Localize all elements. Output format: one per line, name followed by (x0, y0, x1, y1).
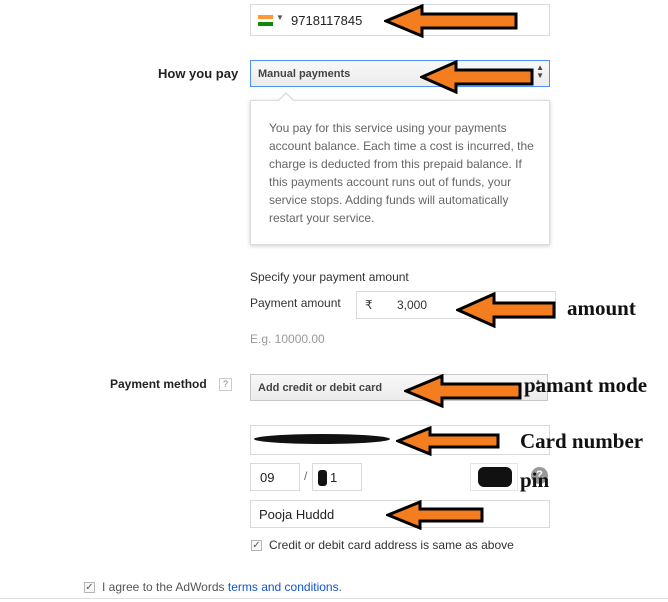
payment-amount-value: 3,000 (397, 298, 428, 312)
payment-amount-heading: Specify your payment amount (250, 270, 409, 284)
annotation-amount: amount (567, 296, 636, 320)
annotation-card-number-first: C (520, 429, 536, 453)
card-number-redaction (254, 434, 390, 444)
annotation-pin: pin (520, 468, 550, 492)
arrow-payment-method-icon (404, 374, 522, 408)
address-same-label: Credit or debit card address is same as … (269, 538, 514, 552)
payment-method-label: Payment method (110, 377, 207, 391)
payment-amount-hint: E.g. 10000.00 (250, 332, 325, 346)
arrow-how-you-pay-icon (420, 60, 534, 94)
country-dropdown-icon[interactable]: ▼ (276, 13, 284, 22)
arrow-phone-icon (384, 4, 518, 38)
annotation-payment-mode: pamant mode (524, 373, 648, 397)
annotation-card-number: Card number (520, 429, 643, 454)
help-icon[interactable]: ? (219, 378, 232, 391)
arrow-name-icon (386, 500, 484, 530)
address-same-checkbox[interactable]: ✓ (251, 540, 262, 551)
expiry-year-redaction (318, 470, 327, 486)
footer-divider (0, 598, 668, 599)
cardholder-name-value: Pooja Huddd (259, 507, 335, 522)
annotation-card-number-rest: ard number (535, 429, 644, 453)
expiry-separator: / (304, 469, 308, 483)
expiry-year-value: 1 (330, 470, 338, 485)
tooltip-pointer-inner (278, 94, 294, 102)
expiry-month-input[interactable]: 09 (250, 463, 300, 491)
payment-info-tooltip: You pay for this service using your paym… (250, 92, 550, 245)
expiry-month-value: 09 (260, 470, 275, 485)
rupee-icon: ₹ (365, 298, 373, 312)
tooltip-text: You pay for this service using your paym… (269, 121, 534, 225)
agree-checkbox[interactable]: ✓ (84, 582, 95, 593)
how-you-pay-selected: Manual payments (258, 67, 351, 80)
agree-suffix: . (338, 580, 342, 594)
select-arrows-icon: ▲ ▼ (536, 63, 544, 80)
terms-link[interactable]: terms and conditions (228, 580, 339, 594)
expiry-year-input[interactable]: 1 (312, 463, 362, 491)
india-flag-icon[interactable] (258, 15, 273, 26)
payment-method-selected: Add credit or debit card (258, 381, 383, 394)
phone-number-value: 9718117845 (291, 13, 363, 28)
arrow-amount-icon (456, 292, 556, 328)
agree-prefix: I agree to the AdWords (102, 580, 228, 594)
agree-text: I agree to the AdWords terms and conditi… (102, 580, 342, 594)
payment-amount-label: Payment amount (250, 296, 341, 310)
how-you-pay-label: How you pay (158, 66, 239, 81)
arrow-card-number-icon (396, 426, 500, 456)
cvv-redaction (478, 467, 512, 487)
